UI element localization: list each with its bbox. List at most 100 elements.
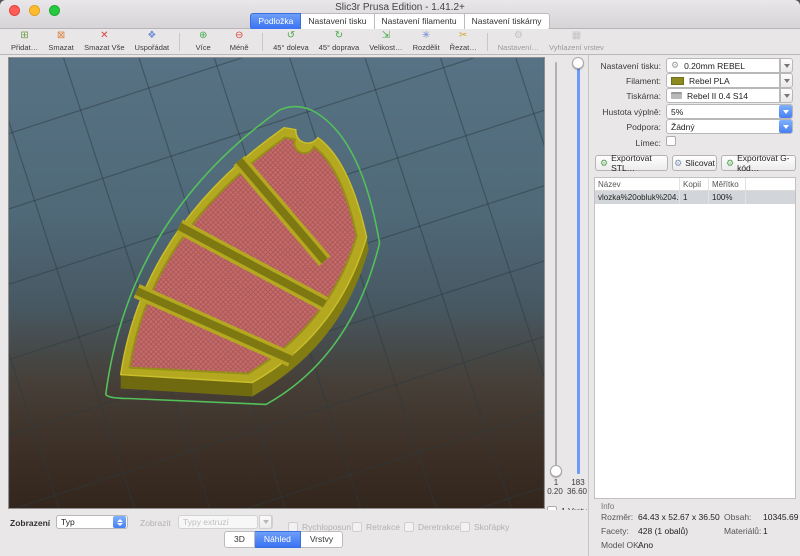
printer-dropdown-button[interactable]: [780, 88, 793, 103]
view-mode-tabs: 3D Náhled Vrstvy: [224, 531, 343, 548]
object-scale-cell: 100%: [709, 191, 746, 204]
window-titlebar: Slic3r Prusa Edition - 1.41.2+ Podložka …: [0, 0, 800, 29]
column-name: Název: [595, 178, 680, 190]
show-label: Zobrazit: [140, 518, 171, 528]
support-select[interactable]: Žádný: [666, 119, 793, 134]
print-settings-select[interactable]: ⚙ 0.20mm REBEL: [666, 58, 780, 73]
slider-low-layer-value: 1: [546, 478, 566, 487]
layer-slider-low-track[interactable]: [555, 62, 557, 474]
print-settings-dropdown-button[interactable]: [780, 58, 793, 73]
tab-print-settings[interactable]: Nastavení tisku: [301, 13, 374, 30]
materials-label: Materiálů:: [724, 526, 761, 536]
toolbar-split-button[interactable]: ✳ Rozdělit: [413, 31, 440, 52]
slice-button[interactable]: ⚙ Slicovat: [672, 155, 717, 171]
filament-label: Filament:: [589, 76, 661, 86]
layer-slider-high-thumb[interactable]: [572, 57, 584, 69]
layer-slider-low-thumb[interactable]: [550, 465, 562, 477]
export-gcode-icon: ⚙: [726, 159, 734, 168]
chevron-down-icon: [784, 64, 790, 68]
toolbar-settings-button[interactable]: ⚙ Nastavení…: [498, 31, 539, 52]
object-name-cell: vlozka%20obluk%204.stl: [595, 191, 680, 204]
printer-select[interactable]: Rebel II 0.4 S14: [666, 88, 780, 103]
size-value: 64.43 x 52.67 x 36.50: [638, 512, 720, 522]
model-ok-value: Ano: [638, 540, 653, 550]
toolbar-delete-button[interactable]: ⊠ Smazat: [48, 31, 74, 52]
facets-value: 428 (1 obalů): [638, 526, 688, 536]
delete-all-icon: ✕: [100, 31, 108, 41]
right-panel: Nastavení tisku: ⚙ 0.20mm REBEL Filament…: [588, 55, 800, 556]
brim-label: Límec:: [589, 138, 661, 148]
toolbar-cut-button[interactable]: ✂ Řezat…: [450, 31, 477, 52]
slider-high-height-value: 36.60: [563, 487, 591, 496]
filament-select[interactable]: Rebel PLA: [666, 73, 780, 88]
cut-icon: ✂: [459, 31, 467, 41]
toolbar-delete-all-button[interactable]: ✕ Smazat Vše: [84, 31, 124, 52]
infill-density-label: Hustota výplně:: [589, 107, 661, 117]
layer-slider-high-track[interactable]: [577, 62, 580, 474]
viewport-3d[interactable]: [8, 57, 545, 509]
object-copies-cell: 1: [680, 191, 709, 204]
extrusion-types-dropdown-button[interactable]: [259, 515, 272, 529]
window-title: Slic3r Prusa Edition - 1.41.2+: [0, 2, 800, 13]
chevron-down-icon: [783, 125, 789, 129]
chevron-down-icon: [784, 94, 790, 98]
info-panel: Info Rozměr: 64.43 x 52.67 x 36.50 Obsah…: [589, 502, 800, 553]
filament-dropdown-button[interactable]: [780, 73, 793, 88]
toolbar-rotate-right-button[interactable]: ↻ 45° doprava: [319, 31, 360, 52]
chevron-down-icon: [784, 79, 790, 83]
column-scale: Měřítko: [709, 178, 746, 190]
infill-dropdown-button[interactable]: [779, 105, 792, 118]
volume-value: 10345.69: [763, 512, 798, 522]
infill-density-select[interactable]: 5%: [666, 104, 793, 119]
objects-table[interactable]: Název Kopií Měřítko vlozka%20obluk%204.s…: [594, 177, 796, 499]
tab-plater[interactable]: Podložka: [250, 13, 301, 30]
shells-checkbox[interactable]: Skořápky: [460, 517, 509, 535]
extrusion-types-combo[interactable]: Typy extruzí: [178, 515, 258, 529]
printer-label: Tiskárna:: [589, 91, 661, 101]
toolbar-fewer-copies-button[interactable]: ⊖ Méně: [226, 31, 252, 52]
slider-high-layer-value: 183: [566, 478, 590, 487]
table-row[interactable]: vlozka%20obluk%204.stl 1 100%: [595, 191, 795, 204]
toolbar-layer-smoothing-button[interactable]: ▦ Vyhlazení vrstev: [549, 31, 604, 52]
export-gcode-button[interactable]: ⚙ Exportovat G-kód…: [721, 155, 796, 171]
view-type-select[interactable]: Typ: [56, 515, 128, 529]
model-ok-label: Model OK:: [601, 540, 641, 550]
remove-copy-icon: ⊖: [235, 31, 243, 41]
unretractions-checkbox[interactable]: Deretrakce: [404, 517, 460, 535]
split-icon: ✳: [422, 31, 430, 41]
toolbar-more-copies-button[interactable]: ⊕ Více: [190, 31, 216, 52]
arrange-icon: ❖: [147, 31, 156, 41]
retractions-checkbox[interactable]: Retrakce: [352, 517, 400, 535]
toolbar-separator: [487, 33, 488, 51]
support-label: Podpora:: [589, 122, 661, 132]
toolbar-add-button[interactable]: ⊞ Přidat…: [11, 31, 38, 52]
gear-icon: ⚙: [514, 31, 523, 41]
mode-tab-3d[interactable]: 3D: [224, 531, 255, 548]
layer-smoothing-icon: ▦: [572, 31, 581, 41]
support-dropdown-button[interactable]: [779, 120, 792, 133]
toolbar-scale-button[interactable]: ⇲ Velikost…: [369, 31, 402, 52]
column-copies: Kopií: [680, 178, 709, 190]
print-settings-label: Nastavení tisku:: [589, 61, 661, 71]
stepper-icon[interactable]: [113, 516, 126, 528]
toolbar-arrange-button[interactable]: ❖ Uspořádat: [135, 31, 170, 52]
brim-checkbox[interactable]: [666, 136, 676, 146]
rotate-right-icon: ↻: [335, 31, 343, 41]
tab-filament-settings[interactable]: Nastavení filamentu: [375, 13, 465, 30]
add-object-icon: ⊞: [20, 31, 28, 41]
view-type-label: Zobrazení: [10, 518, 50, 528]
gear-icon: ⚙: [671, 61, 679, 70]
toolbar-rotate-left-button[interactable]: ↺ 45° doleva: [273, 31, 309, 52]
add-copy-icon: ⊕: [199, 31, 207, 41]
volume-label: Obsah:: [724, 512, 751, 522]
objects-table-header: Název Kopií Měřítko: [595, 178, 795, 191]
mode-tab-layers[interactable]: Vrstvy: [301, 531, 343, 548]
main-tabs: Podložka Nastavení tisku Nastavení filam…: [0, 13, 800, 30]
facets-label: Facety:: [601, 526, 629, 536]
export-stl-button[interactable]: ⚙ Exportovat STL…: [595, 155, 668, 171]
tab-printer-settings[interactable]: Nastavení tiskárny: [465, 13, 550, 30]
mode-tab-preview[interactable]: Náhled: [255, 531, 301, 548]
export-stl-icon: ⚙: [600, 159, 608, 168]
slice-icon: ⚙: [674, 159, 682, 168]
size-label: Rozměr:: [601, 512, 633, 522]
